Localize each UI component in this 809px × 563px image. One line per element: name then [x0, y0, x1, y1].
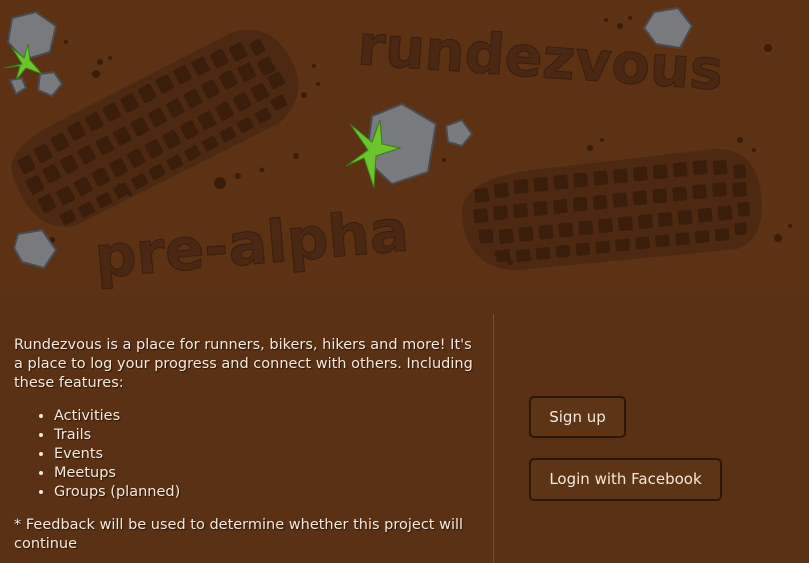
login-facebook-button[interactable]: Login with Facebook [529, 458, 722, 501]
logo-artwork: rundezvous pre-alpha [3, 6, 792, 292]
feature-item: Trails [54, 426, 484, 445]
main-content: Rundezvous is a place for runners, biker… [0, 296, 809, 563]
signup-button[interactable]: Sign up [529, 396, 626, 438]
intro-section: Rundezvous is a place for runners, biker… [14, 336, 484, 554]
feature-item: Events [54, 445, 484, 464]
header-banner: rundezvous pre-alpha [0, 0, 809, 296]
feature-item: Groups (planned) [54, 483, 484, 502]
feature-item: Activities [54, 407, 484, 426]
feedback-note: * Feedback will be used to determine whe… [14, 517, 464, 552]
column-divider [493, 314, 494, 563]
right-footprint-icon [461, 148, 762, 271]
intro-description: Rundezvous is a place for runners, biker… [14, 337, 473, 391]
feature-list: Activities Trails Events Meetups Groups … [14, 407, 484, 502]
rock-icon [444, 118, 474, 148]
rock-icon [12, 228, 58, 270]
rock-icon [36, 70, 64, 98]
rock-icon [8, 76, 28, 96]
feature-item: Meetups [54, 464, 484, 483]
logo-tagline: pre-alpha [92, 196, 411, 291]
